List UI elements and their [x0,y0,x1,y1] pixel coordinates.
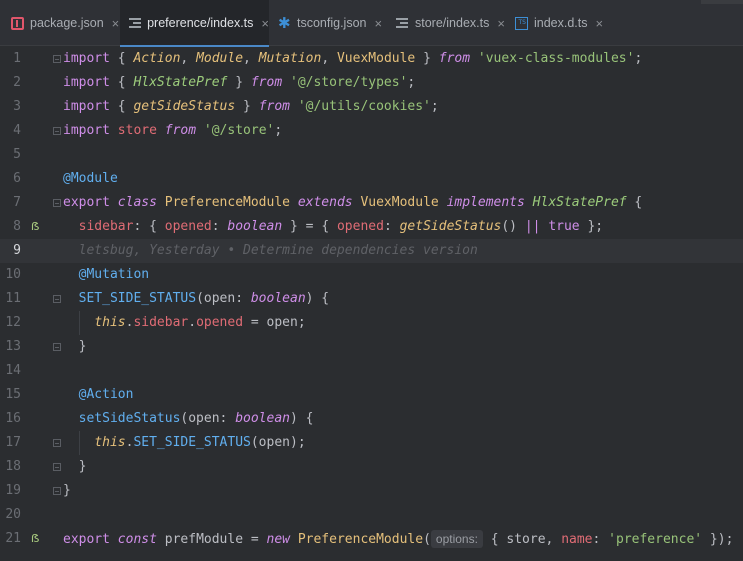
code-line[interactable]: 21 ẞ export const prefModule = new Prefe… [0,527,743,551]
code-line[interactable]: 14 [0,359,743,383]
tab-store-index-ts[interactable]: store/index.ts × [387,0,505,46]
code-text: @Mutation [78,267,150,282]
code-line[interactable]: 5 [0,143,743,167]
line-number: 4 [13,123,21,138]
code-line[interactable]: 13 } [0,335,743,359]
code-line[interactable]: 3 import { getSideStatus } from '@/utils… [0,95,743,119]
tab-tsconfig-json[interactable]: ✱ tsconfig.json × [269,0,387,46]
code-text: @Action [78,387,134,402]
structure-icon [129,17,141,30]
code-text: import { HlxStatePref } from '@/store/ty… [63,75,416,90]
code-line[interactable]: 6 @Module [0,167,743,191]
gear-icon: ✱ [278,13,291,32]
tab-label: store/index.ts [415,16,490,30]
code-line[interactable]: 17 this.SET_SIDE_STATUS(open); [0,431,743,455]
line-number: 14 [5,363,21,378]
code-text: } [78,339,87,354]
code-text: import { Action, Module, Mutation, VuexM… [63,51,643,66]
line-number: 5 [13,147,21,162]
code-line[interactable]: 15 @Action [0,383,743,407]
line-number: 21 [5,531,21,546]
code-text: sidebar: { opened: boolean } = { opened:… [78,219,604,234]
code-text: } [63,483,71,498]
close-tab-icon[interactable]: × [261,16,269,31]
code-text: export class PreferenceModule extends Vu… [63,195,643,210]
code-text: setSideStatus(open: boolean) { [78,411,314,426]
code-text: import store from '@/store'; [63,123,283,138]
line-number: 12 [5,315,21,330]
code-line[interactable]: 7 export class PreferenceModule extends … [0,191,743,215]
npm-package-icon [11,16,24,30]
vcs-change-icon[interactable]: ẞ [31,215,39,239]
line-number: 6 [13,171,21,186]
code-line[interactable]: 18 } [0,455,743,479]
code-line[interactable]: 12 this.sidebar.opened = open; [0,311,743,335]
code-editor[interactable]: 1 import { Action, Module, Mutation, Vue… [0,47,743,561]
line-number: 9 [13,243,21,258]
tab-label: preference/index.ts [147,16,254,30]
code-line[interactable]: 20 [0,503,743,527]
line-number: 20 [5,507,21,522]
close-tab-icon[interactable]: × [497,16,505,31]
ts-file-icon: TS [515,16,528,30]
editor-tab-bar: package.json × preference/index.ts × ✱ t… [0,0,743,47]
code-line[interactable]: 16 setSideStatus(open: boolean) { [0,407,743,431]
line-number: 10 [5,267,21,282]
line-number: 2 [13,75,21,90]
line-number: 19 [5,483,21,498]
code-text: SET_SIDE_STATUS(open: boolean) { [78,291,330,306]
line-number: 13 [5,339,21,354]
vcs-change-icon[interactable]: ẞ [31,527,39,551]
line-number: 1 [13,51,21,66]
line-number: 8 [13,219,21,234]
tab-index-d-ts[interactable]: TS index.d.ts × [505,0,609,46]
code-line[interactable]: 2 import { HlxStatePref } from '@/store/… [0,71,743,95]
code-line[interactable]: 8 ẞ sidebar: { opened: boolean } = { ope… [0,215,743,239]
code-line-current[interactable]: 9 letsbug, Yesterday • Determine depende… [0,239,743,263]
parameter-hint: options: [430,530,483,548]
git-blame-annotation: letsbug, Yesterday • Determine dependenc… [63,243,478,258]
tab-bar-scroll-indicator [701,0,743,4]
close-tab-icon[interactable]: × [374,16,382,31]
line-number: 7 [13,195,21,210]
close-tab-icon[interactable]: × [112,16,120,31]
code-line[interactable]: 11 SET_SIDE_STATUS(open: boolean) { [0,287,743,311]
code-line[interactable]: 1 import { Action, Module, Mutation, Vue… [0,47,743,71]
line-number: 16 [5,411,21,426]
line-number: 11 [5,291,21,306]
tab-preference-index-ts[interactable]: preference/index.ts × [120,0,269,47]
line-number: 3 [13,99,21,114]
line-number: 15 [5,387,21,402]
tab-label: package.json [30,16,104,30]
code-text: this.sidebar.opened = open; [94,315,306,330]
line-number: 17 [5,435,21,450]
code-line[interactable]: 19 } [0,479,743,503]
code-line[interactable]: 10 @Mutation [0,263,743,287]
tab-label: tsconfig.json [297,16,367,30]
close-tab-icon[interactable]: × [596,16,604,31]
tab-package-json[interactable]: package.json × [0,0,120,46]
code-text: } [78,459,87,474]
code-text: export const prefModule = new Preference… [63,530,734,548]
code-line[interactable]: 4 import store from '@/store'; [0,119,743,143]
code-text: this.SET_SIDE_STATUS(open); [94,435,306,450]
code-text: @Module [63,171,118,186]
structure-icon [396,17,409,30]
tab-label: index.d.ts [534,16,588,30]
line-number: 18 [5,459,21,474]
code-text: import { getSideStatus } from '@/utils/c… [63,99,439,114]
